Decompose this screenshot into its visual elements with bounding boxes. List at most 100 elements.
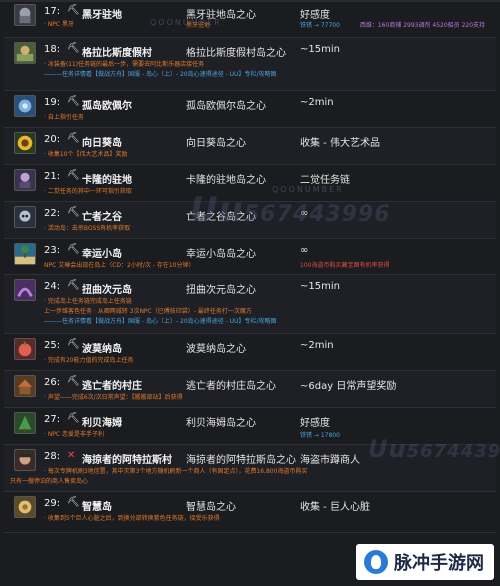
row-number: 21: — [44, 171, 61, 182]
island-name: 亡者之谷 — [82, 212, 122, 223]
row-number: 26: — [44, 377, 61, 388]
row-number: 19: — [44, 97, 61, 108]
pickaxe-icon: ⛏ — [67, 244, 80, 255]
acquire-method: 海盗市蹲商人 — [300, 455, 360, 466]
acquire-method: ~15min — [300, 44, 340, 55]
pickaxe-icon: ⛏ — [67, 170, 80, 181]
row-note: 上一步维客色任务 · 从卿两城转 3次NPC（已傅技印袋）- 最终任务打一次魔方 — [44, 308, 252, 315]
row-note: · 冰装备(11)任务链的最后一步，需要去阿比斯乐器店接任务 — [44, 61, 205, 68]
pickaxe-icon: ⛏ — [67, 5, 80, 16]
row-note: · 完成有20能力值的完成岛上任务 — [44, 357, 134, 364]
acquire-method: ∞ — [300, 245, 309, 256]
island-heart-name: 亡者之谷岛之心 — [186, 212, 256, 223]
favor-value-blue: 铁锈 → 17800 — [300, 432, 340, 439]
brand-name: 脉冲手游网 — [394, 553, 484, 574]
pickaxe-icon: ⛏ — [67, 497, 80, 508]
acquire-method: 好感度 — [300, 10, 330, 21]
acquire-method: 二觉任务链 — [300, 175, 350, 186]
table-row: 20: ⛏ 向日葵岛 向日葵岛之心 收集 - 伟大艺术品 · 收集10个【伟大艺… — [4, 128, 496, 165]
row-note: · 收集到5个巨人心脏之后，到换兑部转换紫色任务链，接受乐获得 — [44, 515, 220, 522]
acquire-method: ~6day 日常声望奖励 — [300, 381, 397, 392]
row-number: 24: — [44, 281, 61, 292]
acquire-method: 收集 - 巨人心脏 — [300, 502, 370, 513]
row-note: · 每次专牌机刷3地信置，其中灭第3个地方随机刷新一个商人（有固定点），花费16… — [44, 468, 308, 475]
table-row: 26: ⛏ 逃亡者的村庄 逃亡者的村庄岛之心 ~6day 日常声望奖励 · 声望… — [4, 371, 496, 408]
pickaxe-icon: ⛏ — [67, 280, 80, 291]
acquire-method: ∞ — [300, 208, 309, 219]
island-name: 逃亡者的村庄 — [82, 381, 142, 392]
island-heart-name: 格拉比斯度假村岛之心 — [186, 48, 286, 59]
island-name: 利贝海姆 — [82, 418, 122, 429]
table-row: 27: ⛏ 利贝海姆 利贝海姆岛之心 好感度 · NPC 恋爱是非手子利 铁锈 … — [4, 408, 496, 445]
row-number: 18: — [44, 44, 61, 55]
island-heart-name: 智慧岛之心 — [186, 502, 236, 513]
island-heart-name: 逃亡者的村庄岛之心 — [186, 381, 276, 392]
pickaxe-icon: ⛏ — [67, 339, 80, 350]
island-name: 卡隆的驻地 — [82, 175, 132, 186]
island-heart-name: 向日葵岛之心 — [186, 138, 246, 149]
row-number: 23: — [44, 245, 61, 256]
favor-values: 铁锈 → 17800 — [300, 430, 340, 439]
table-row: 22: ⛏ 亡者之谷 亡者之谷岛之心 ∞ · 活动岛：击杀BOSS有机率获取 — [4, 202, 496, 239]
favor-values: 铁锈 → 77700 西维：160商铺 2993调剂 4520船员 220支持 — [300, 20, 485, 29]
row-note: · NPC 恋爱是非手子利 — [44, 431, 105, 438]
row-number: 27: — [44, 414, 61, 425]
row-note: · 完成岛上任务链完成岛上任务链 — [44, 298, 132, 305]
row-note: · 自上指引任务 — [44, 114, 84, 121]
row-number: 17: — [44, 6, 61, 17]
table-row: 17: ⛏ 黑牙驻地 黑牙驻地岛之心 好感度 · NPC 黑牙 黑牙驻地 铁锈 … — [4, 0, 496, 38]
island-heart-name: 利贝海姆岛之心 — [186, 418, 256, 429]
row-note: NPC 艾琳会出现在岛上（CD：2小时/次 - 存在10分钟） — [44, 262, 195, 269]
watermark-sub: QOONUMBER — [272, 185, 344, 194]
acquire-method: ~2min — [300, 97, 334, 108]
favor-value-blue: 铁锈 → 77700 — [300, 22, 340, 29]
island-name: 孤岛欧佩尔 — [82, 101, 132, 112]
acquire-method: ~2min — [300, 340, 334, 351]
island-name: 格拉比斯度假村 — [82, 48, 152, 59]
island-name: 黑牙驻地 — [82, 10, 122, 21]
guide-table: 17: ⛏ 黑牙驻地 黑牙驻地岛之心 好感度 · NPC 黑牙 黑牙驻地 铁锈 … — [0, 0, 500, 586]
row-note: · NPC 黑牙 — [44, 21, 75, 28]
table-row: 24: ⛏ 扭曲次元岛 扭曲次元岛之心 ~15min · 完成岛上任务链完成岛上… — [4, 275, 496, 334]
row-note: · 活动岛：击杀BOSS有机率获取 — [44, 225, 131, 232]
pickaxe-icon: ⛏ — [67, 133, 80, 144]
row-note-link[interactable]: ———任务详情看【做战方舟】国服 - 岛心（上）- 20岛心速得途径 - UU】… — [4, 317, 496, 327]
crossed-swords-icon: ✕ — [67, 450, 76, 461]
watermark-sub: QOONUMBER — [150, 18, 222, 27]
row-note-link[interactable]: ———任务详情看【做战方舟】国服 - 岛心（上）- 20岛心速得途径 - UU】… — [4, 70, 496, 80]
island-name: 波莫纳岛 — [82, 344, 122, 355]
row-note: · 声望——完成6次/次日常声望：【搬搬部站】后获得 — [44, 394, 183, 401]
row-note: · 二觉任务的其中一环可指引获取 — [44, 188, 132, 195]
pickaxe-icon: ⛏ — [67, 376, 80, 387]
row-note-alt: 100海盗币购买藏宝图有机率获得 — [300, 262, 390, 269]
table-row: 29: ⛏ 智慧岛 智慧岛之心 收集 - 巨人心脏 · 收集到5个巨人心脏之后，… — [4, 492, 496, 533]
pickaxe-icon: ⛏ — [67, 96, 80, 107]
row-note: · 收集10个【伟大艺术品】奖励 — [44, 151, 128, 158]
island-heart-name: 卡隆的驻地岛之心 — [186, 175, 266, 186]
row-number: 20: — [44, 134, 61, 145]
acquire-method: 好感度 — [300, 418, 330, 429]
pickaxe-icon: ⛏ — [67, 43, 80, 54]
table-row: 21: ⛏ 卡隆的驻地 卡隆的驻地岛之心 二觉任务链 · 二觉任务的其中一环可指… — [4, 165, 496, 202]
table-row: 23: ⛏ 幸运小岛 幸运小岛岛之心 ∞ NPC 艾琳会出现在岛上（CD：2小时… — [4, 239, 496, 275]
table-row: 18: ⛏ 格拉比斯度假村 格拉比斯度假村岛之心 ~15min · 冰装备(11… — [4, 38, 496, 91]
pickaxe-icon: ⛏ — [67, 207, 80, 218]
row-note: 只有一艘停泊的商人售卖岛心 — [10, 478, 89, 485]
pickaxe-icon: ⛏ — [67, 413, 80, 424]
island-heart-name: 孤岛欧佩尔岛之心 — [186, 101, 266, 112]
island-heart-name: 海掠者的阿特拉斯岛之心 — [186, 455, 296, 466]
row-number: 28: — [44, 451, 61, 462]
table-row: 25: ⛏ 波莫纳岛 波莫纳岛之心 ~2min · 完成有20能力值的完成岛上任… — [4, 334, 496, 371]
island-name: 幸运小岛 — [82, 249, 122, 260]
acquire-method: ~15min — [300, 281, 340, 292]
island-heart-name: 扭曲次元岛之心 — [186, 285, 256, 296]
island-name: 向日葵岛 — [82, 138, 122, 149]
island-name: 智慧岛 — [82, 502, 112, 513]
table-row: 28: ✕ 海掠者的阿特拉斯村 海掠者的阿特拉斯岛之心 海盗市蹲商人 · 每次专… — [4, 445, 496, 492]
acquire-method: 收集 - 伟大艺术品 — [300, 138, 380, 149]
row-number: 25: — [44, 340, 61, 351]
island-name: 海掠者的阿特拉斯村 — [82, 455, 172, 466]
brand-logo: 脉冲手游网 — [356, 544, 494, 580]
brand-logo-icon — [364, 550, 388, 574]
favor-value-purple: 西维：160商铺 2993调剂 4520船员 220支持 — [359, 22, 486, 29]
